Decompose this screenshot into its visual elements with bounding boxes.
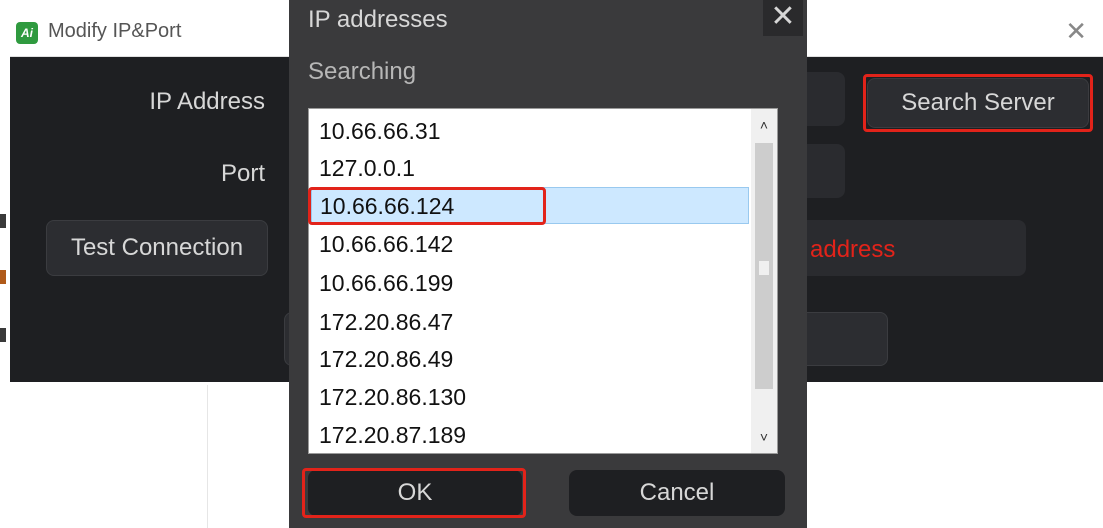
scroll-down-icon[interactable]: ˅ <box>751 423 777 451</box>
list-item[interactable]: 172.20.86.49 <box>311 341 749 378</box>
list-scrollbar[interactable]: ˄ ˅ <box>751 109 777 453</box>
list-item[interactable]: 10.66.66.31 <box>311 113 749 150</box>
close-icon[interactable]: ✕ <box>763 0 803 36</box>
ip-address-label: IP Address <box>149 88 265 115</box>
list-item[interactable]: 10.66.66.142 <box>311 226 749 263</box>
scrollbar-grip <box>759 261 769 275</box>
cancel-button[interactable]: Cancel <box>569 470 785 516</box>
popup-title: IP addresses <box>308 6 448 33</box>
window-title: Modify IP&Port <box>48 20 182 42</box>
status-text: address <box>810 236 896 263</box>
ip-address-list[interactable]: 10.66.66.31 127.0.0.1 10.66.66.124 10.66… <box>308 108 778 454</box>
background-panel <box>0 385 208 528</box>
list-item[interactable]: 127.0.0.1 <box>311 150 749 187</box>
list-item[interactable]: 10.66.66.199 <box>311 265 749 302</box>
ip-addresses-popup: IP addresses ✕ Searching 10.66.66.31 127… <box>289 0 807 528</box>
list-item[interactable]: 172.20.86.130 <box>311 379 749 416</box>
background-fragment <box>0 328 6 342</box>
list-item-selected[interactable]: 10.66.66.124 <box>311 187 749 224</box>
app-logo-icon: Ai <box>16 22 38 44</box>
background-fragment <box>0 270 6 284</box>
ok-button[interactable]: OK <box>308 470 522 516</box>
test-connection-button[interactable]: Test Connection <box>46 220 268 276</box>
list-item[interactable]: 172.20.87.189 <box>311 417 749 453</box>
search-status: Searching <box>308 58 417 85</box>
scroll-up-icon[interactable]: ˄ <box>751 111 777 139</box>
close-icon[interactable]: ✕ <box>1065 16 1087 47</box>
list-item[interactable]: 172.20.86.47 <box>311 304 749 341</box>
port-label: Port <box>220 160 265 187</box>
scrollbar-thumb[interactable] <box>755 143 773 389</box>
search-server-button[interactable]: Search Server <box>867 78 1089 128</box>
background-fragment <box>0 214 6 228</box>
